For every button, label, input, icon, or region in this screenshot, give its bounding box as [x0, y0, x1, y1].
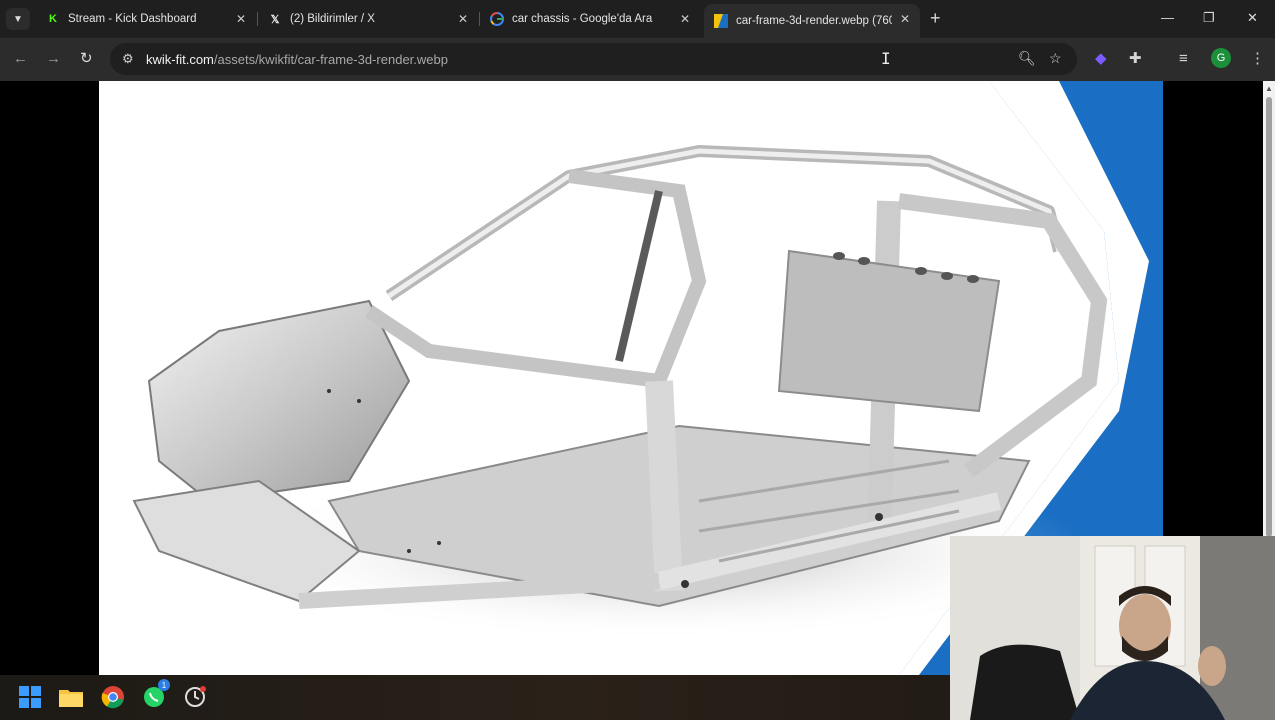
- tab-title: (2) Bildirimler / X: [290, 13, 375, 25]
- windows-start-icon[interactable]: [16, 683, 44, 711]
- kick-icon: K: [49, 13, 57, 25]
- address-bar[interactable]: ⚙ kwik-fit.com/assets/kwikfit/car-frame-…: [110, 43, 1077, 75]
- image-icon: [714, 14, 728, 28]
- url-path: /assets/kwikfit/car-frame-3d-render.webp: [213, 52, 448, 67]
- tab-google-search[interactable]: car chassis - Google'da Ara ✕: [480, 4, 700, 34]
- url-text[interactable]: kwik-fit.com/assets/kwikfit/car-frame-3d…: [146, 52, 448, 67]
- new-tab-button[interactable]: +: [930, 8, 941, 28]
- close-icon[interactable]: ✕: [236, 12, 246, 26]
- media-controls-icon[interactable]: ≡: [1179, 50, 1188, 68]
- tab-title: car-frame-3d-render.webp (760: [736, 15, 892, 27]
- windows-taskbar: 1: [0, 675, 950, 720]
- whatsapp-icon[interactable]: 1: [140, 679, 170, 711]
- chevron-down-icon: ▼: [13, 13, 23, 25]
- scroll-up-icon[interactable]: ▲: [1265, 84, 1273, 93]
- extensions-puzzle-icon[interactable]: ✚: [1129, 50, 1142, 68]
- file-explorer-icon[interactable]: [57, 683, 85, 711]
- tab-car-frame-image[interactable]: car-frame-3d-render.webp (760 ✕: [704, 4, 920, 38]
- tab-strip: ▼ K Stream - Kick Dashboard ✕ 𝕏 (2) Bild…: [0, 0, 1275, 38]
- close-icon[interactable]: ✕: [680, 12, 690, 26]
- reload-icon[interactable]: ↻: [80, 50, 93, 68]
- minimize-icon[interactable]: —: [1161, 10, 1174, 25]
- webcam-overlay: [950, 536, 1275, 720]
- profile-avatar[interactable]: G: [1211, 48, 1231, 68]
- site-info-icon[interactable]: ⚙: [122, 51, 134, 67]
- clock-app-icon[interactable]: [181, 683, 209, 711]
- google-icon: [490, 12, 504, 26]
- url-host: kwik-fit.com: [146, 52, 214, 67]
- text-cursor-icon: I: [881, 49, 891, 68]
- tab-title: Stream - Kick Dashboard: [68, 13, 197, 25]
- tab-kick-dashboard[interactable]: K Stream - Kick Dashboard ✕: [36, 4, 256, 34]
- close-icon[interactable]: ✕: [900, 12, 910, 26]
- scroll-thumb[interactable]: [1266, 97, 1272, 537]
- menu-kebab-icon[interactable]: ⋮: [1250, 50, 1265, 68]
- restore-icon[interactable]: ❐: [1203, 10, 1215, 26]
- tab-title: car chassis - Google'da Ara: [512, 13, 653, 25]
- tab-x-notifications[interactable]: 𝕏 (2) Bildirimler / X ✕: [258, 4, 478, 34]
- window-close-icon[interactable]: ✕: [1247, 10, 1258, 26]
- close-icon[interactable]: ✕: [458, 12, 468, 26]
- extension-icon[interactable]: ◆: [1095, 50, 1107, 68]
- bookmark-star-icon[interactable]: ☆: [1049, 50, 1062, 67]
- zoom-icon[interactable]: 🔍︎: [1018, 50, 1036, 67]
- chrome-icon[interactable]: [99, 683, 127, 711]
- tab-search-button[interactable]: ▼: [6, 8, 30, 30]
- browser-toolbar: ← → ↻ ⚙ kwik-fit.com/assets/kwikfit/car-…: [0, 38, 1275, 81]
- forward-icon[interactable]: →: [46, 50, 61, 68]
- back-icon[interactable]: ←: [13, 50, 28, 68]
- x-icon: 𝕏: [270, 13, 280, 26]
- notification-badge: 1: [158, 679, 170, 691]
